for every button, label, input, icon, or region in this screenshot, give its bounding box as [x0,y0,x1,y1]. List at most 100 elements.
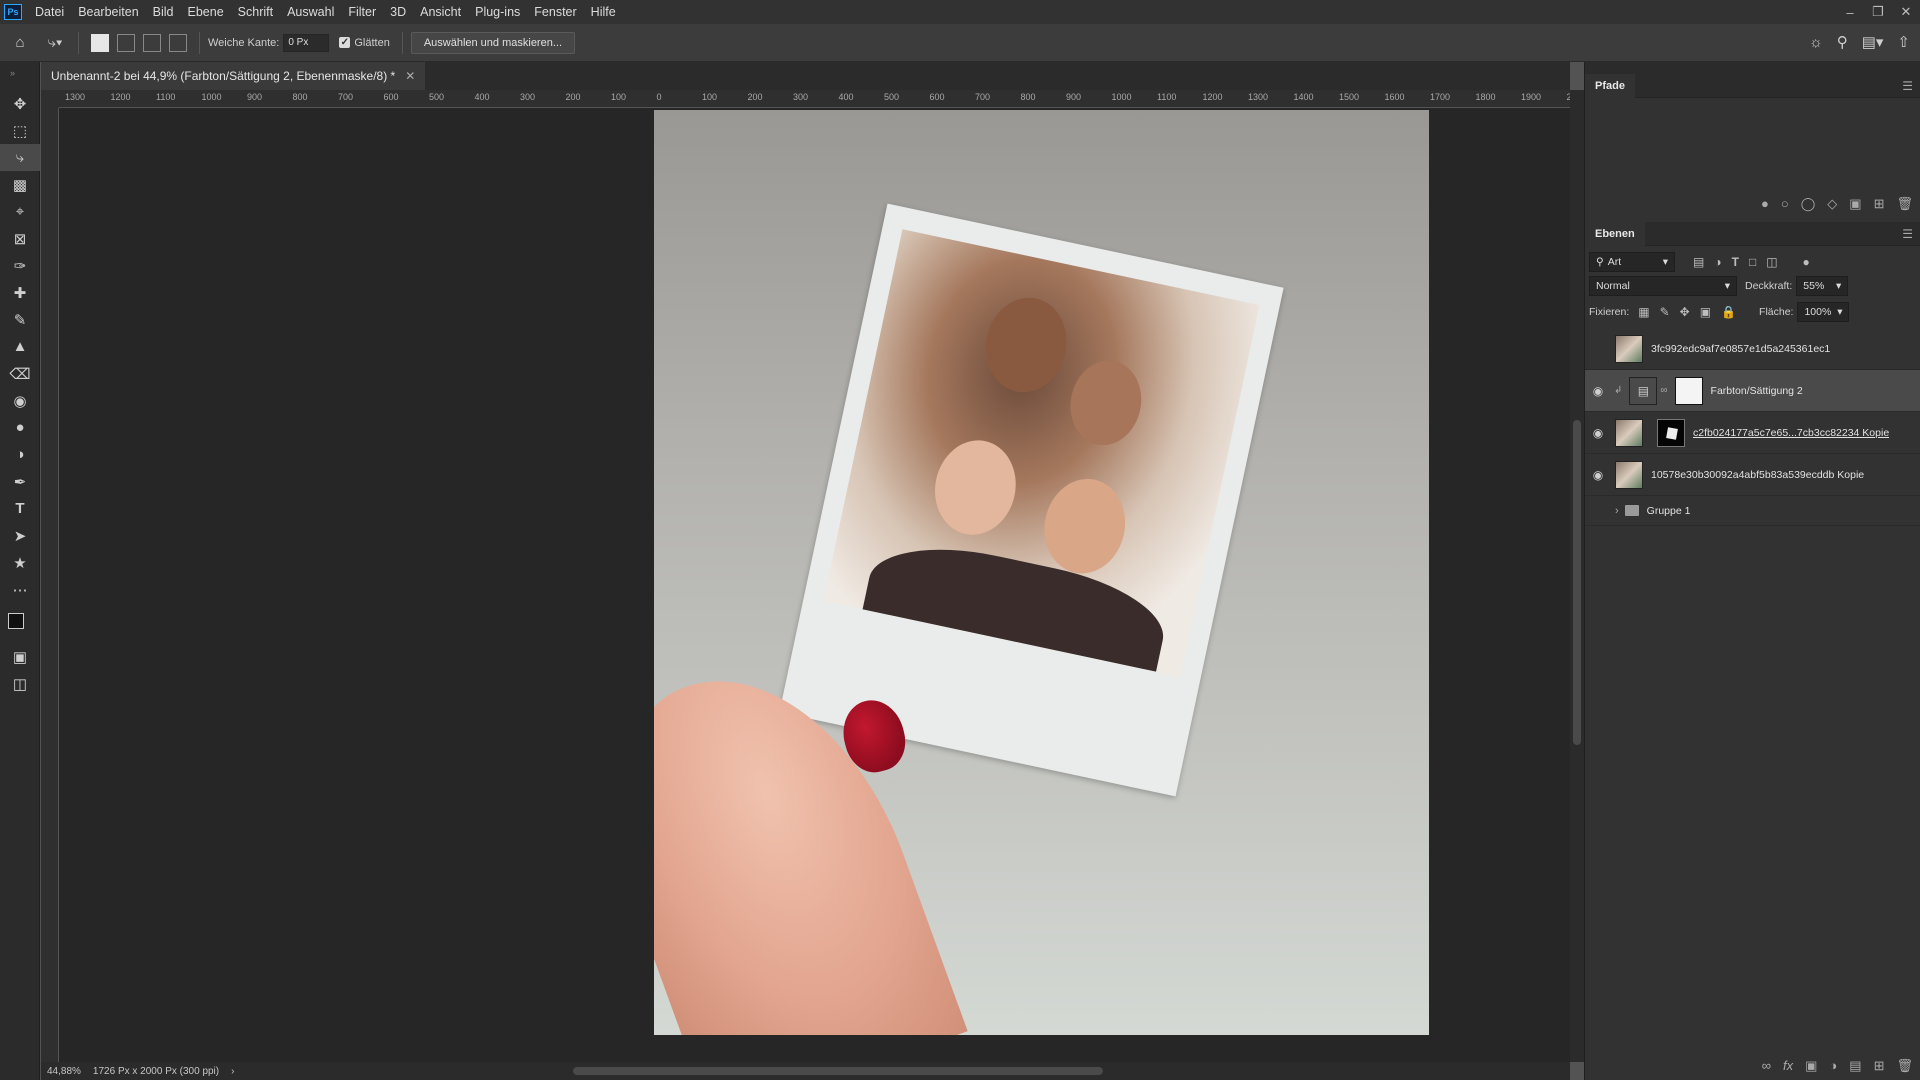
eye-icon[interactable]: ◉ [1585,468,1611,482]
marquee-tool-icon[interactable]: ⬚ [0,117,40,144]
menu-schrift[interactable]: Schrift [231,0,280,24]
eraser-tool-icon[interactable]: ⌫ [0,360,40,387]
type-tool-icon[interactable]: T [0,495,40,522]
stroke-path-icon[interactable]: ○ [1781,196,1789,212]
zoom-level[interactable]: 44,88% [41,1066,87,1077]
status-arrow-icon[interactable]: › [225,1066,240,1077]
canvas-area[interactable] [59,108,1570,1062]
lasso-tool-icon[interactable]: ⤷ [0,144,40,171]
healing-brush-tool-icon[interactable]: ✚ [0,279,40,306]
fill-input[interactable]: 100% ▾ [1797,302,1850,322]
link-layers-icon[interactable]: ∞ [1762,1058,1771,1074]
frame-tool-icon[interactable]: ⊠ [0,225,40,252]
smooth-checkbox[interactable]: ✓ [339,37,351,48]
pen-tool-icon[interactable]: ✒ [0,468,40,495]
menu-bearbeiten[interactable]: Bearbeiten [71,0,145,24]
panel-menu-icon[interactable]: ☰ [1902,79,1913,93]
toolbar-expand-icon[interactable]: » [0,62,39,90]
eye-icon[interactable]: ◉ [1585,384,1611,398]
add-mask-icon[interactable]: ▣ [1849,196,1861,212]
close-tab-icon[interactable]: ✕ [405,69,415,83]
fx-icon[interactable]: fx [1783,1058,1793,1074]
feather-input[interactable]: 0 Px [283,33,330,52]
filter-smart-object-icon[interactable]: ◫ [1766,255,1777,269]
lock-all-icon[interactable]: 🔒 [1721,305,1736,319]
select-and-mask-button[interactable]: Auswählen und maskieren... [410,31,575,54]
paint-bucket-tool-icon[interactable]: ◉ [0,387,40,414]
lock-artboard-icon[interactable]: ▣ [1700,305,1711,319]
filter-toggle-icon[interactable]: ● [1803,255,1810,269]
add-mask-icon[interactable]: ▣ [1805,1058,1817,1074]
filter-type-icon[interactable]: T [1732,255,1739,269]
load-selection-icon[interactable]: ◯ [1801,196,1816,212]
chevron-right-icon[interactable]: › [1615,505,1619,517]
path-selection-tool-icon[interactable]: ➤ [0,522,40,549]
crop-tool-icon[interactable]: ⌖ [0,198,40,225]
restore-icon[interactable]: ❐ [1864,0,1892,24]
menu-plugins[interactable]: Plug-ins [468,0,527,24]
object-selection-tool-icon[interactable]: ▩ [0,171,40,198]
filter-pixel-icon[interactable]: ▤ [1693,255,1704,269]
menu-3d[interactable]: 3D [383,0,413,24]
quick-mask-icon[interactable]: ▣ [0,643,40,670]
add-selection-icon[interactable] [117,33,135,52]
menu-fenster[interactable]: Fenster [527,0,583,24]
document-image[interactable] [654,110,1429,1035]
layer-mask-thumbnail[interactable] [1674,376,1703,405]
make-work-path-icon[interactable]: ◇ [1827,196,1837,212]
blend-mode-dropdown[interactable]: Normal ▾ [1589,276,1737,296]
menu-hilfe[interactable]: Hilfe [584,0,623,24]
screen-mode-icon[interactable]: ◫ [0,670,40,697]
layer-row[interactable]: ◉ 10578e30b30092a4abf5b83a539ecddb Kopie [1585,454,1920,496]
filter-adjustment-icon[interactable]: ◑ [1714,255,1721,269]
layer-row[interactable]: ◉ c2fb024177a5c7e65...7cb3cc82234 Kopie [1585,412,1920,454]
stamp-tool-icon[interactable]: ▲ [0,333,40,360]
dodge-tool-icon[interactable]: ◑ [0,441,40,468]
horizontal-scroll-thumb[interactable] [573,1067,1103,1075]
eyedropper-tool-icon[interactable]: ✑ [0,252,40,279]
menu-auswahl[interactable]: Auswahl [280,0,341,24]
search-icon[interactable]: ⚲ [1837,33,1848,51]
new-layer-icon[interactable]: ⊞ [1874,1058,1885,1074]
shape-tool-icon[interactable]: ★ [0,549,40,576]
menu-datei[interactable]: Datei [28,0,71,24]
layers-tab[interactable]: Ebenen [1585,221,1645,246]
lock-image-icon[interactable]: ✎ [1660,305,1670,319]
layer-filter-dropdown[interactable]: ⚲ Art ▾ [1589,252,1675,272]
close-icon[interactable]: ✕ [1892,0,1920,24]
subtract-selection-icon[interactable] [143,33,161,52]
paths-tab[interactable]: Pfade [1585,73,1635,98]
new-path-icon[interactable]: ⊞ [1874,196,1885,212]
lock-position-icon[interactable]: ✥ [1680,305,1690,319]
new-group-icon[interactable]: ▤ [1849,1058,1861,1074]
workspace-icon[interactable]: ▤▾ [1862,33,1884,51]
menu-ansicht[interactable]: Ansicht [413,0,468,24]
panel-menu-icon[interactable]: ☰ [1902,227,1913,241]
menu-bild[interactable]: Bild [146,0,181,24]
vertical-scroll-thumb[interactable] [1573,420,1581,745]
brush-tool-icon[interactable]: ✎ [0,306,40,333]
filter-shape-icon[interactable]: □ [1749,255,1756,269]
fill-path-icon[interactable]: ● [1761,196,1769,212]
vertical-scrollbar[interactable] [1570,90,1584,1062]
eye-icon[interactable]: ◉ [1585,426,1611,440]
layer-mask-thumbnail[interactable] [1657,418,1685,447]
minimize-icon[interactable]: – [1836,0,1864,24]
delete-layer-icon[interactable]: 🗑 [1896,1058,1913,1074]
intersect-selection-icon[interactable] [169,33,187,52]
foreground-color-swatch[interactable] [8,613,24,629]
layer-row[interactable]: ◉ 3fc992edc9af7e0857e1d5a245361ec1 [1585,328,1920,370]
link-icon[interactable]: ∞ [1660,385,1667,396]
horizontal-scrollbar[interactable] [270,1062,1570,1080]
move-tool-icon[interactable]: ✥ [0,90,40,117]
layer-group-row[interactable]: ◉ › Gruppe 1 [1585,496,1920,526]
visibility-toggle[interactable]: ◉ [1585,342,1611,356]
lock-transparent-icon[interactable]: ▦ [1638,305,1649,319]
document-tab[interactable]: Unbenannt-2 bei 44,9% (Farbton/Sättigung… [41,62,426,90]
blur-tool-icon[interactable]: ● [0,414,40,441]
menu-filter[interactable]: Filter [341,0,383,24]
layer-row[interactable]: ◉ ↲ ▤ ∞ Farbton/Sättigung 2 [1585,370,1920,412]
delete-path-icon[interactable]: 🗑 [1896,196,1913,212]
share-cloud-icon[interactable]: ☼ [1809,33,1823,51]
lasso-tool-preset-icon[interactable]: ⤷▾ [40,34,70,51]
